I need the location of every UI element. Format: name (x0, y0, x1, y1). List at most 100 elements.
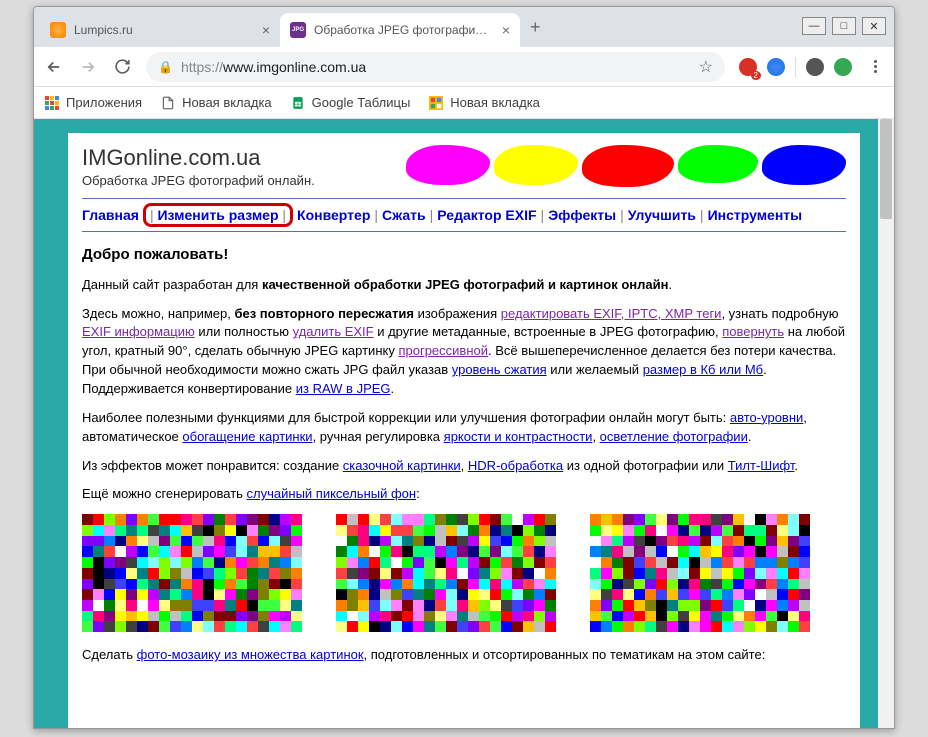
link[interactable]: авто-уровни (730, 410, 803, 425)
favicon-icon (50, 22, 66, 38)
nav-link[interactable]: Инструменты (708, 207, 803, 223)
link[interactable]: осветление фотографии (600, 429, 748, 444)
color-blob (678, 145, 758, 183)
close-icon[interactable]: × (502, 22, 510, 38)
browser-tab[interactable]: Lumpics.ru × (40, 13, 280, 47)
color-blob (406, 145, 490, 185)
bookmark-label: Новая вкладка (450, 95, 540, 110)
color-blob (762, 145, 846, 185)
pixel-grid (82, 514, 302, 632)
header-blobs (406, 145, 846, 187)
browser-window: — □ ✕ Lumpics.ru × JPG Обработка JPEG фо… (33, 6, 895, 729)
new-tab-button[interactable]: + (520, 17, 551, 38)
extension-icon[interactable] (834, 58, 852, 76)
close-icon[interactable]: × (262, 22, 270, 38)
main-content: Добро пожаловать! Данный сайт разработан… (82, 244, 846, 665)
separator: | (700, 207, 704, 223)
link[interactable]: уровень сжатия (452, 362, 547, 377)
link[interactable]: яркости и контрастности (444, 429, 593, 444)
close-button[interactable]: ✕ (862, 17, 886, 35)
link[interactable]: повернуть (722, 324, 784, 339)
link[interactable]: Тилт-Шифт (728, 458, 795, 473)
link[interactable]: удалить EXIF (293, 324, 374, 339)
link[interactable]: HDR-обработка (468, 458, 563, 473)
link[interactable]: редактировать EXIF, IPTC, XMP теги (501, 306, 722, 321)
bookmark-label: Новая вкладка (182, 95, 272, 110)
tab-strip: Lumpics.ru × JPG Обработка JPEG фотограф… (34, 7, 894, 47)
bookmark-label: Приложения (66, 95, 142, 110)
profile-avatar[interactable] (806, 58, 824, 76)
lock-icon: 🔒 (158, 60, 173, 74)
separator: | (620, 207, 624, 223)
nav-link[interactable]: Эффекты (548, 207, 616, 223)
page-viewport: IMGonline.com.ua Обработка JPEG фотограф… (34, 119, 894, 728)
star-icon[interactable]: ☆ (699, 57, 713, 77)
paragraph: Наиболее полезными функциями для быстрой… (82, 409, 846, 447)
reload-button[interactable] (112, 57, 132, 77)
scroll-thumb[interactable] (880, 119, 892, 219)
menu-button[interactable] (866, 60, 884, 73)
link[interactable]: прогрессивной (398, 343, 488, 358)
color-blob (494, 145, 578, 185)
link[interactable]: из RAW в JPEG (296, 381, 391, 396)
pixel-grid (336, 514, 556, 632)
nav-link[interactable]: Главная (82, 207, 139, 223)
back-button[interactable] (44, 57, 64, 77)
scrollbar[interactable] (878, 119, 894, 728)
favicon-icon: JPG (290, 22, 306, 38)
url-text: https://www.imgonline.com.ua (181, 59, 366, 75)
extension-icon[interactable] (767, 58, 785, 76)
nav-link[interactable]: Улучшить (628, 207, 696, 223)
link[interactable]: случайный пиксельный фон (247, 486, 417, 501)
site-subtitle: Обработка JPEG фотографий онлайн. (82, 173, 315, 188)
browser-tab[interactable]: JPG Обработка JPEG фотографий он × (280, 13, 520, 47)
tab-title: Обработка JPEG фотографий он (314, 23, 494, 37)
gallery-icon (428, 95, 444, 111)
nav-link[interactable]: Изменить размер (157, 207, 278, 223)
bookmark-label: Google Таблицы (312, 95, 411, 110)
bookmark-item[interactable]: Google Таблицы (290, 95, 411, 111)
page-content: IMGonline.com.ua Обработка JPEG фотограф… (68, 133, 860, 728)
bookmarks-bar: Приложения Новая вкладка Google Таблицы … (34, 87, 894, 119)
paragraph: Из эффектов может понравится: создание с… (82, 457, 846, 476)
link[interactable]: обогащение картинки (182, 429, 312, 444)
window-controls: — □ ✕ (802, 17, 886, 35)
extension-icon[interactable]: 2 (739, 58, 757, 76)
nav-link[interactable]: Конвертер (297, 207, 370, 223)
pixel-grids (82, 514, 846, 632)
page-heading: Добро пожаловать! (82, 244, 846, 266)
separator: | (374, 207, 378, 223)
link[interactable]: EXIF информацию (82, 324, 195, 339)
paragraph: Сделать фото-мозаику из множества картин… (82, 646, 846, 665)
nav-link[interactable]: Редактор EXIF (437, 207, 536, 223)
color-blob (582, 145, 674, 187)
nav-link[interactable]: Сжать (382, 207, 426, 223)
tab-title: Lumpics.ru (74, 23, 254, 37)
bookmark-item[interactable]: Новая вкладка (160, 95, 272, 111)
bookmark-apps[interactable]: Приложения (44, 95, 142, 111)
bookmark-item[interactable]: Новая вкладка (428, 95, 540, 111)
sheets-icon (290, 95, 306, 111)
maximize-button[interactable]: □ (832, 17, 856, 35)
paragraph: Ещё можно сгенерировать случайный пиксел… (82, 485, 846, 504)
link[interactable]: размер в Кб или Мб (643, 362, 763, 377)
link[interactable]: сказочной картинки (343, 458, 461, 473)
paragraph: Здесь можно, например, без повторного пе… (82, 305, 846, 399)
site-title: IMGonline.com.ua (82, 145, 315, 171)
paragraph: Данный сайт разработан для качественной … (82, 276, 846, 295)
site-header: IMGonline.com.ua Обработка JPEG фотограф… (82, 145, 846, 188)
site-nav: Главная| Изменить размер |Конвертер | Сж… (82, 198, 846, 232)
address-bar: 🔒 https://www.imgonline.com.ua ☆ 2 (34, 47, 894, 87)
pixel-grid (590, 514, 810, 632)
page-icon (160, 95, 176, 111)
forward-button[interactable] (78, 57, 98, 77)
separator: | (541, 207, 545, 223)
divider (795, 57, 796, 77)
extension-icons: 2 (739, 57, 852, 77)
badge: 2 (751, 71, 761, 80)
minimize-button[interactable]: — (802, 17, 826, 35)
highlight-annotation: | Изменить размер | (143, 203, 293, 227)
url-input[interactable]: 🔒 https://www.imgonline.com.ua ☆ (146, 52, 725, 82)
link[interactable]: фото-мозаику из множества картинок (137, 647, 364, 662)
separator: | (430, 207, 434, 223)
